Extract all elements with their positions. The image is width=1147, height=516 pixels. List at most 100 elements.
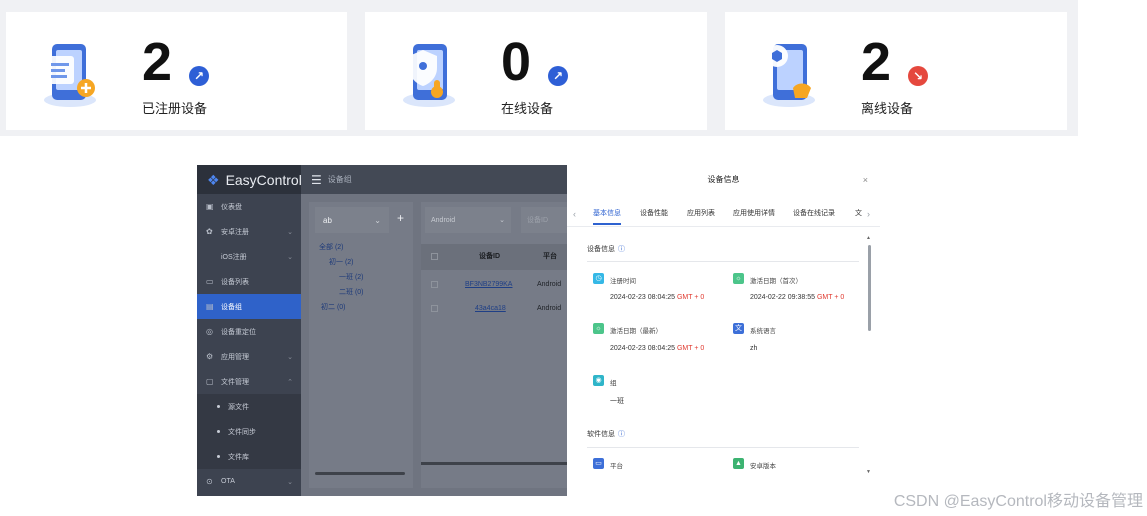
sidebar-item-label: 设备组 [221,303,242,311]
app-icon: ⚙ [206,352,214,361]
tab-next-icon[interactable]: › [867,205,870,223]
close-icon[interactable]: × [863,165,868,195]
tree-node-grade2[interactable]: 初二 (0) [321,302,346,312]
topbar: ☰ 设备组 [301,165,567,194]
chevron-icon: ⌄ [287,253,293,261]
sidebar-item-label: 文件管理 [221,378,249,386]
table-row[interactable]: BF3NB2799KA Android [421,272,567,296]
offline-device-icon [763,44,815,107]
sidebar-item-11[interactable]: ⊙ OTA ⌄ [197,469,301,494]
add-group-button[interactable]: + [397,211,404,225]
device-platform: Android [537,281,562,288]
sidebar-item-label: 安卓注册 [221,228,249,236]
sidebar-item-9[interactable]: 文件同步 [197,419,301,444]
timezone-text: GMT + 0 [676,294,705,301]
info-icon[interactable]: ⓘ [618,431,625,438]
device-id-filter[interactable]: 设备ID [521,207,567,233]
group-select[interactable]: ab ⌄ [315,207,389,233]
chevron-down-icon: ⌄ [499,217,505,224]
table-row[interactable]: 43a4ca18 Android [421,296,567,320]
group-label: 组 [610,380,617,387]
activate-latest-icon: ☼ [593,323,604,334]
divider [587,261,859,262]
brand-name: EasyControl [225,171,302,188]
sidebar-item-3[interactable]: ▭ 设备列表 [197,269,301,294]
sidebar-item-7[interactable]: ▢ 文件管理 ⌃ [197,369,301,394]
group-icon: ▤ [206,302,214,311]
online-label: 在线设备 [501,101,554,116]
sidebar-item-label: 源文件 [228,403,249,411]
device-id-link[interactable]: 43a4ca18 [475,296,506,322]
tree-scrollbar[interactable] [315,472,405,475]
drawer-scrollbar[interactable] [868,245,871,331]
system-language-label: 系统语言 [750,328,776,335]
sidebar-item-0[interactable]: ▣ 仪表盘 [197,194,301,219]
scroll-down-icon[interactable]: ▼ [866,469,871,475]
sidebar-item-6[interactable]: ⚙ 应用管理 ⌄ [197,344,301,369]
tree-node-all[interactable]: 全部 (2) [319,242,344,252]
platform-filter[interactable]: Android ⌄ [425,207,511,233]
first-activation-label: 激活日期（首次） [750,278,802,285]
row-checkbox[interactable] [431,305,438,312]
android-version-label: 安卓版本 [750,463,776,470]
latest-activation-date: 2024-02-23 08:04:25 [610,345,675,352]
column-device-id: 设备ID [479,253,500,260]
platform-label: 平台 [610,463,623,470]
easycontrol-logo-icon: ❖ [207,171,220,188]
chevron-icon: ⌄ [287,228,293,236]
topbar-title: 设备组 [327,175,352,184]
sidebar-item-8[interactable]: 源文件 [197,394,301,419]
drawer-title: 设备信息 [707,175,740,184]
sidebar-item-5[interactable]: ◎ 设备重定位 [197,319,301,344]
content-overlay: ab ⌄ + 全部 (2) 初一 (2) 一班 (2) 二班 (0) 初二 (0… [301,194,567,496]
sidebar-item-10[interactable]: 文件库 [197,444,301,469]
app-screenshot: ❖ EasyControl ▣ 仪表盘 ✿ 安卓注册 ⌄ iOS注册 ⌄ ▭ 设备列表 ▤ 设备组 ◎… [197,165,880,496]
tab-device-performance[interactable]: 设备性能 [640,205,668,223]
latest-activation-label: 激活日期（最新） [610,328,662,335]
activate-icon: ☼ [733,273,744,284]
tree-node-class2[interactable]: 二班 (0) [339,287,364,297]
platform-filter-value: Android [431,216,456,224]
tab-app-list[interactable]: 应用列表 [687,205,715,223]
tab-basic-info[interactable]: 基本信息 [593,205,621,225]
device-info-section-title: 设备信息 ⓘ [587,244,625,254]
tree-node-class1[interactable]: 一班 (2) [339,272,364,282]
device-list-panel: Android ⌄ 设备ID 设备ID 平台 BF3NB2799KA Andro… [421,202,567,488]
registered-count: 2 [142,32,173,92]
device-platform: Android [537,305,562,312]
drawer-tabs: ‹ 基本信息 设备性能 应用列表 应用使用详情 设备在线记录 文 › [567,205,880,227]
system-language-value: zh [750,345,758,352]
info-icon[interactable]: ⓘ [618,246,625,253]
tab-online-records[interactable]: 设备在线记录 [793,205,835,223]
menu-toggle-icon[interactable]: ☰ [311,173,322,187]
scroll-up-icon[interactable]: ▲ [866,235,871,241]
chevron-icon: ⌄ [287,353,293,361]
device-list-icon: ▭ [206,277,214,286]
device-id-filter-placeholder: 设备ID [527,217,548,224]
locate-icon: ◎ [206,327,213,336]
tab-more[interactable]: 文 [855,205,862,223]
tab-app-usage[interactable]: 应用使用详情 [733,205,775,223]
stat-card-online: 0 ↗ 在线设备 [365,12,707,130]
sidebar-item-4[interactable]: ▤ 设备组 [197,294,301,319]
brand[interactable]: ❖ EasyControl [197,165,302,194]
clock-icon: ◷ [593,273,604,284]
sidebar-menu: ▣ 仪表盘 ✿ 安卓注册 ⌄ iOS注册 ⌄ ▭ 设备列表 ▤ 设备组 ◎ 设备重定位 ⚙ 应用管理 ⌄ ▢ 文件… [197,194,301,494]
stat-card-registered: 2 ↗ 已注册设备 [6,12,347,130]
row-checkbox[interactable] [431,281,438,288]
page: 2 ↗ 已注册设备 0 ↗ 在线设备 2 ↘ 离线设备 ❖ EasyContro… [0,0,1147,516]
tab-prev-icon[interactable]: ‹ [573,205,576,223]
sidebar-item-2[interactable]: iOS注册 ⌄ [197,244,301,269]
sidebar-item-label: 设备列表 [221,278,249,286]
sidebar-item-label: 仪表盘 [221,203,242,211]
android-icon: ✿ [206,227,213,236]
first-activation-date: 2024-02-22 09:38:55 [750,294,815,301]
list-scrollbar[interactable] [421,462,567,465]
select-all-checkbox[interactable] [431,253,438,260]
sidebar-item-1[interactable]: ✿ 安卓注册 ⌄ [197,219,301,244]
device-id-link[interactable]: BF3NB2799KA [465,272,512,298]
language-icon: 文 [733,323,744,334]
stat-card-offline: 2 ↘ 离线设备 [725,12,1067,130]
tree-node-grade1[interactable]: 初一 (2) [329,257,354,267]
online-count: 0 [501,32,532,92]
